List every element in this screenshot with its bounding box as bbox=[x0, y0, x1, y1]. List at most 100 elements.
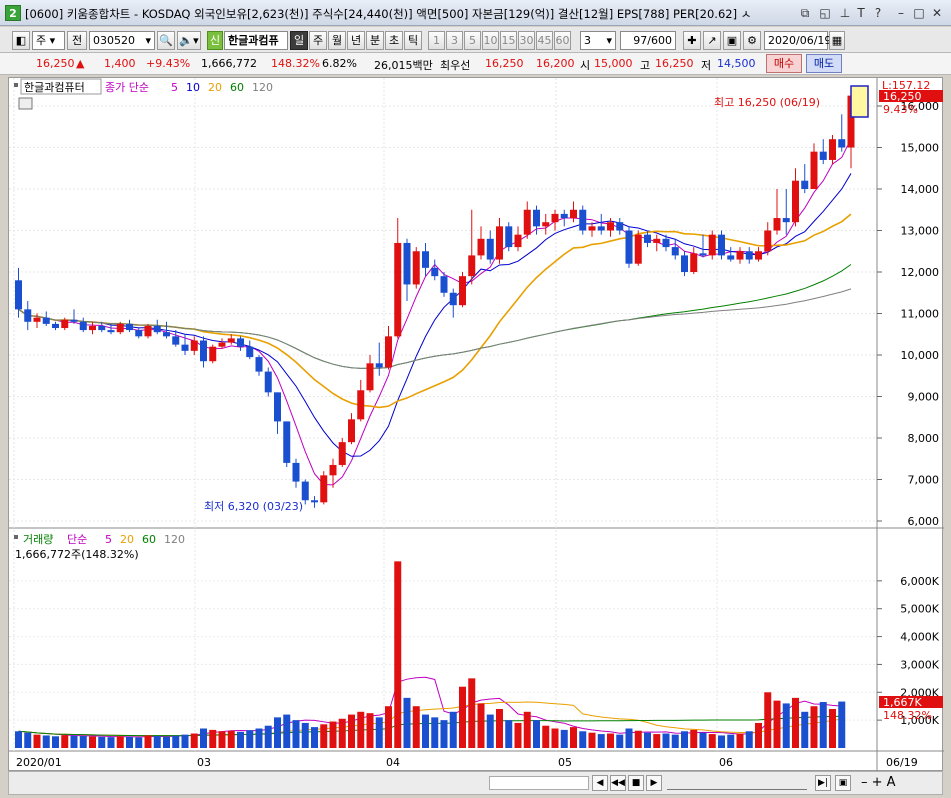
volume-bar bbox=[505, 720, 513, 748]
volume-last-tag: 1,667K bbox=[883, 696, 922, 709]
stop-icon[interactable]: ■ bbox=[628, 775, 644, 791]
volume-bar bbox=[264, 725, 272, 748]
date-input[interactable]: 2020/06/19 bbox=[764, 31, 831, 50]
price-axis-label: 13,000 bbox=[901, 225, 940, 238]
sell-button[interactable]: 매도 bbox=[806, 54, 842, 73]
sound-icon[interactable]: 🔈▾ bbox=[177, 31, 201, 50]
volume-bar bbox=[375, 717, 383, 748]
layout-icon[interactable]: ◧ bbox=[12, 31, 30, 50]
stock-code-input[interactable]: 030520 ▾ bbox=[89, 31, 155, 50]
volume-bar bbox=[477, 703, 485, 748]
interval-button-45[interactable]: 45 bbox=[536, 31, 553, 50]
interval-button-15[interactable]: 15 bbox=[500, 31, 517, 50]
candle-body bbox=[79, 321, 87, 331]
volume-bar bbox=[227, 730, 235, 748]
period-tab-0[interactable]: 일 bbox=[290, 31, 308, 50]
settings-icon[interactable]: ⚙ bbox=[743, 31, 761, 50]
text-tool-icon[interactable]: T bbox=[853, 5, 869, 21]
volume-bar bbox=[440, 720, 448, 748]
candle-body bbox=[634, 234, 642, 264]
nav-first-icon[interactable]: ◀ bbox=[592, 775, 608, 791]
nav-end-icon[interactable]: ▶| bbox=[815, 775, 831, 791]
table-icon[interactable] bbox=[18, 97, 33, 110]
restore-icon[interactable]: ◱ bbox=[817, 5, 833, 21]
volume-bar bbox=[764, 692, 772, 748]
save-icon[interactable]: ▣ bbox=[723, 31, 741, 50]
nav-next-icon[interactable]: ▶ bbox=[646, 775, 662, 791]
candle-body bbox=[153, 325, 161, 333]
price-axis-label: 11,000 bbox=[901, 308, 940, 321]
close-icon[interactable]: ✕ bbox=[929, 5, 945, 21]
period-select[interactable]: 주 ▾ bbox=[32, 31, 65, 50]
candle-body bbox=[644, 234, 651, 243]
link-icon[interactable]: ⧉ bbox=[797, 5, 813, 21]
volume-last-pct-tag: 148.32% bbox=[883, 709, 932, 722]
candle-body bbox=[718, 234, 725, 256]
price-ma-period-5: 5 bbox=[171, 81, 178, 94]
help-icon[interactable]: ? bbox=[870, 5, 886, 21]
date-axis-label: 06/19 bbox=[886, 756, 918, 769]
open-price: 15,000 bbox=[594, 57, 633, 70]
search-icon[interactable]: 🔍 bbox=[157, 31, 175, 50]
best-ask: 16,250 bbox=[485, 57, 524, 70]
period-tab-4[interactable]: 분 bbox=[366, 31, 384, 50]
compare-button[interactable]: 전 bbox=[67, 31, 87, 50]
volume-bar bbox=[181, 734, 189, 748]
period-tab-3[interactable]: 년 bbox=[347, 31, 365, 50]
candle-body bbox=[190, 340, 198, 351]
volume-ma-period-120: 120 bbox=[164, 533, 185, 546]
interval-button-3[interactable]: 3 bbox=[446, 31, 463, 50]
zoom-controls[interactable]: – + A bbox=[861, 775, 896, 790]
volume-bar bbox=[625, 728, 633, 748]
volume-bar bbox=[810, 706, 818, 748]
candle-body bbox=[42, 317, 50, 324]
chart-area[interactable]: 16,000 15,000 14,000 13,000 12,000 11,000 10,0… bbox=[8, 77, 944, 772]
volume-bar bbox=[172, 735, 180, 748]
price-ma-period-10: 10 bbox=[186, 81, 200, 94]
interval-button-30[interactable]: 30 bbox=[518, 31, 535, 50]
zoom-slider[interactable] bbox=[667, 776, 807, 790]
volume-bar bbox=[634, 730, 642, 748]
interval-button-10[interactable]: 10 bbox=[482, 31, 499, 50]
interval-button-5[interactable]: 5 bbox=[464, 31, 481, 50]
volume-bar bbox=[588, 732, 596, 748]
period-tab-6[interactable]: 틱 bbox=[404, 31, 422, 50]
candle-body bbox=[412, 251, 420, 285]
pin-icon[interactable]: ⊥ bbox=[837, 5, 853, 21]
volume-ma-line-5 bbox=[18, 676, 842, 738]
maximize-icon[interactable]: □ bbox=[911, 5, 927, 21]
nav-prev-icon[interactable]: ◀◀ bbox=[610, 775, 626, 791]
candle-body bbox=[246, 346, 254, 358]
last-change-tag: 9.43% bbox=[883, 103, 918, 116]
indicator-icon[interactable]: ✚ bbox=[683, 31, 701, 50]
candle-body bbox=[468, 255, 476, 277]
interval-button-60[interactable]: 60 bbox=[554, 31, 571, 50]
price-axis-label: 10,000 bbox=[901, 349, 940, 362]
minimize-icon[interactable]: – bbox=[893, 5, 909, 21]
price-ma-period-120: 120 bbox=[252, 81, 273, 94]
candle-body bbox=[449, 292, 457, 306]
interval-input[interactable]: 3 ▾ bbox=[580, 31, 616, 50]
data-count[interactable]: 97/600 bbox=[620, 31, 676, 50]
volume-axis-label: 5,000K bbox=[900, 603, 939, 616]
period-tab-2[interactable]: 월 bbox=[328, 31, 346, 50]
buy-button[interactable]: 매수 bbox=[766, 54, 802, 73]
volume-bar bbox=[144, 735, 152, 748]
zoom-reset-icon[interactable]: ▣ bbox=[835, 775, 851, 791]
calendar-icon[interactable]: ▦ bbox=[829, 31, 845, 50]
price-legend-name: 한글과컴퓨터 bbox=[24, 81, 85, 94]
interval-button-1[interactable]: 1 bbox=[428, 31, 445, 50]
volume-bar bbox=[533, 720, 540, 748]
price-axis-label: 8,000 bbox=[908, 432, 940, 445]
draw-tool-icon[interactable]: ↗ bbox=[703, 31, 721, 50]
period-tab-1[interactable]: 주 bbox=[309, 31, 327, 50]
volume-bar bbox=[422, 714, 429, 748]
last-bar-highlight bbox=[850, 85, 869, 118]
period-tab-5[interactable]: 초 bbox=[385, 31, 403, 50]
scrollbar-track[interactable] bbox=[489, 776, 589, 790]
new-badge[interactable]: 신 bbox=[207, 31, 223, 50]
price-volume-chart[interactable]: 16,00015,00014,00013,00012,00011,00010,0… bbox=[9, 78, 944, 772]
app-icon: 2 bbox=[5, 5, 21, 21]
candle-body bbox=[357, 390, 365, 420]
candle-body bbox=[607, 222, 614, 231]
